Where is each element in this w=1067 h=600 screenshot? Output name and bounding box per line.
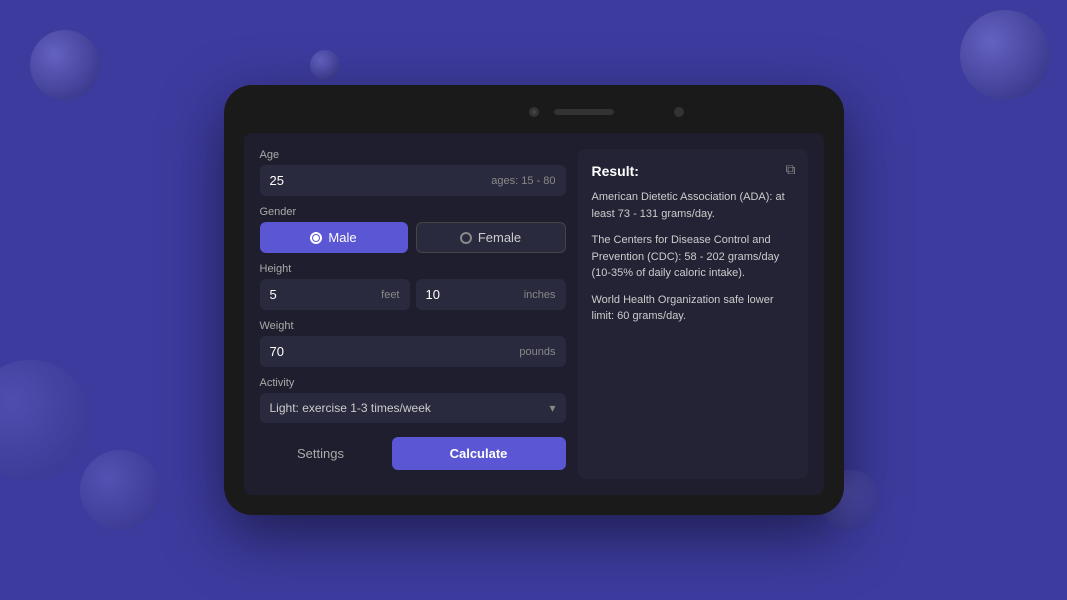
gender-group: Gender Male Female: [260, 206, 566, 253]
activity-group: Activity Sedentary: little or no exercis…: [260, 377, 566, 423]
bg-bubble-1: [30, 30, 100, 100]
result-panel: ⧉ Result: American Dietetic Association …: [578, 149, 808, 479]
gender-male-label: Male: [328, 230, 356, 245]
age-input-row: ages: 15 - 80: [260, 165, 566, 196]
result-ada-text: American Dietetic Association (ADA): at …: [592, 189, 794, 222]
height-inches-input[interactable]: [416, 279, 524, 310]
age-hint: ages: 15 - 80: [491, 175, 565, 187]
gender-female-label: Female: [478, 230, 521, 245]
bg-bubble-4: [0, 360, 90, 480]
height-group: Height feet inches: [260, 263, 566, 310]
result-title: Result:: [592, 163, 794, 179]
calculate-button[interactable]: Calculate: [392, 437, 566, 470]
activity-select-wrapper: Sedentary: little or no exercise Light: …: [260, 393, 566, 423]
result-who-text: World Health Organization safe lower lim…: [592, 292, 794, 325]
btn-row: Settings Calculate: [260, 437, 566, 470]
height-row: feet inches: [260, 279, 566, 310]
activity-select[interactable]: Sedentary: little or no exercise Light: …: [260, 393, 566, 423]
settings-button[interactable]: Settings: [260, 437, 382, 470]
age-input[interactable]: [260, 165, 492, 196]
tablet-dot-right: [674, 107, 684, 117]
tablet-top-bar: [224, 97, 844, 127]
radio-male-inner: [313, 235, 319, 241]
age-label: Age: [260, 149, 566, 161]
weight-group: Weight pounds: [260, 320, 566, 367]
bg-bubble-2: [310, 50, 340, 80]
height-feet-input[interactable]: [260, 279, 382, 310]
tablet-screen: Age ages: 15 - 80 Gender Male: [244, 133, 824, 495]
height-inches-field: inches: [416, 279, 566, 310]
tablet-device: Age ages: 15 - 80 Gender Male: [224, 85, 844, 515]
radio-female-circle: [460, 232, 472, 244]
activity-label: Activity: [260, 377, 566, 389]
bg-bubble-3: [960, 10, 1050, 100]
gender-male-btn[interactable]: Male: [260, 222, 408, 253]
gender-row: Male Female: [260, 222, 566, 253]
height-label: Height: [260, 263, 566, 275]
form-panel: Age ages: 15 - 80 Gender Male: [260, 149, 566, 479]
result-cdc-text: The Centers for Disease Control and Prev…: [592, 232, 794, 282]
weight-label: Weight: [260, 320, 566, 332]
radio-male-circle: [310, 232, 322, 244]
height-inches-unit: inches: [524, 289, 566, 301]
age-group: Age ages: 15 - 80: [260, 149, 566, 196]
weight-unit: pounds: [519, 346, 565, 358]
copy-icon[interactable]: ⧉: [786, 161, 796, 178]
gender-label: Gender: [260, 206, 566, 218]
height-feet-unit: feet: [381, 289, 409, 301]
tablet-speaker: [554, 109, 614, 115]
weight-input-row: pounds: [260, 336, 566, 367]
gender-female-btn[interactable]: Female: [416, 222, 566, 253]
height-feet-field: feet: [260, 279, 410, 310]
bg-bubble-5: [80, 450, 160, 530]
tablet-camera: [529, 107, 539, 117]
weight-input[interactable]: [260, 336, 520, 367]
